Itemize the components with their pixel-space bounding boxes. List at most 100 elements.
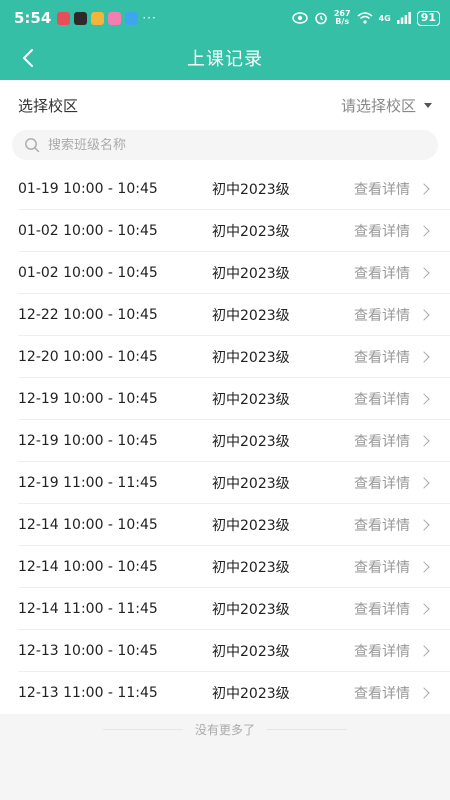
view-detail-label: 查看详情 [354, 517, 410, 534]
chevron-right-icon [418, 476, 430, 489]
app-notification-icon [91, 11, 105, 25]
signal-type: 4G [378, 13, 391, 23]
record-time: 01-19 10:00 - 10:45 [18, 180, 158, 197]
record-class-name: 初中2023级 [212, 601, 290, 618]
campus-select[interactable]: 请选择校区 [341, 95, 432, 116]
app-notification-icon [57, 11, 71, 25]
chevron-right-icon [418, 518, 430, 531]
chevron-right-icon [418, 687, 430, 699]
record-row[interactable]: 12-13 10:00 - 10:45 初中2023级 查看详情 [18, 630, 450, 672]
notification-icons [57, 11, 139, 25]
view-detail-link[interactable]: 查看详情 [354, 221, 430, 241]
record-time: 12-14 10:00 - 10:45 [18, 516, 158, 533]
view-detail-label: 查看详情 [354, 307, 410, 324]
view-detail-label: 查看详情 [354, 559, 410, 576]
record-time: 12-13 10:00 - 10:45 [18, 642, 158, 659]
record-class-name: 初中2023级 [212, 265, 290, 282]
record-time: 12-19 10:00 - 10:45 [18, 432, 158, 449]
record-row[interactable]: 12-20 10:00 - 10:45 初中2023级 查看详情 [18, 336, 450, 378]
record-row[interactable]: 12-14 10:00 - 10:45 初中2023级 查看详情 [18, 504, 450, 546]
record-row[interactable]: 01-02 10:00 - 10:45 初中2023级 查看详情 [18, 252, 450, 294]
chevron-right-icon [418, 182, 430, 195]
chevron-left-icon [23, 49, 33, 67]
record-row[interactable]: 01-02 10:00 - 10:45 初中2023级 查看详情 [18, 210, 450, 252]
record-row[interactable]: 12-14 11:00 - 11:45 初中2023级 查看详情 [18, 588, 450, 630]
record-class-name: 初中2023级 [212, 517, 290, 534]
record-class-name: 初中2023级 [212, 475, 290, 492]
qq-icon [74, 11, 88, 25]
view-detail-link[interactable]: 查看详情 [354, 473, 430, 493]
caret-down-icon [424, 102, 432, 108]
view-detail-link[interactable]: 查看详情 [354, 557, 430, 577]
record-row[interactable]: 12-13 11:00 - 11:45 初中2023级 查看详情 [18, 672, 450, 714]
chevron-right-icon [418, 308, 430, 321]
view-detail-label: 查看详情 [354, 391, 410, 408]
search-bar [0, 130, 450, 168]
view-detail-label: 查看详情 [354, 601, 410, 618]
record-row[interactable]: 12-14 10:00 - 10:45 初中2023级 查看详情 [18, 546, 450, 588]
network-speed: 267 B/s [333, 9, 351, 26]
record-time: 12-14 10:00 - 10:45 [18, 558, 158, 575]
view-detail-link[interactable]: 查看详情 [354, 599, 430, 619]
record-time: 01-02 10:00 - 10:45 [18, 222, 158, 239]
chevron-right-icon [418, 266, 430, 279]
record-class-name: 初中2023级 [212, 391, 290, 408]
record-row[interactable]: 12-22 10:00 - 10:45 初中2023级 查看详情 [18, 294, 450, 336]
view-detail-link[interactable]: 查看详情 [354, 347, 430, 367]
signal-strength-icon [396, 12, 411, 24]
view-detail-link[interactable]: 查看详情 [354, 431, 430, 451]
record-class-name: 初中2023级 [212, 643, 290, 660]
eye-icon [292, 12, 308, 24]
record-time: 12-22 10:00 - 10:45 [18, 306, 158, 323]
record-class-name: 初中2023级 [212, 349, 290, 366]
view-detail-link[interactable]: 查看详情 [354, 263, 430, 283]
view-detail-link[interactable]: 查看详情 [354, 389, 430, 409]
record-time: 12-14 11:00 - 11:45 [18, 600, 158, 617]
record-time: 12-13 11:00 - 11:45 [18, 685, 158, 701]
record-row[interactable]: 12-19 10:00 - 10:45 初中2023级 查看详情 [18, 420, 450, 462]
record-row[interactable]: 12-19 11:00 - 11:45 初中2023级 查看详情 [18, 462, 450, 504]
campus-filter-row: 选择校区 请选择校区 [0, 80, 450, 130]
divider [267, 728, 347, 730]
chevron-right-icon [418, 602, 430, 615]
view-detail-label: 查看详情 [354, 643, 410, 660]
view-detail-link[interactable]: 查看详情 [354, 179, 430, 199]
record-row[interactable]: 12-19 10:00 - 10:45 初中2023级 查看详情 [18, 378, 450, 420]
campus-filter-label: 选择校区 [18, 96, 79, 115]
search-icon [25, 138, 40, 153]
search-input[interactable] [48, 137, 426, 153]
no-more-footer: 没有更多了 [0, 714, 450, 744]
chevron-right-icon [418, 350, 430, 363]
record-class-name: 初中2023级 [212, 433, 290, 450]
app-notification-icon [125, 11, 139, 25]
record-time: 12-19 11:00 - 11:45 [18, 474, 158, 491]
record-time: 01-02 10:00 - 10:45 [18, 264, 158, 281]
status-bar: 5:54 ··· 267 B/s 4G 91 [0, 0, 450, 36]
record-class-name: 初中2023级 [212, 181, 290, 198]
back-button[interactable] [14, 44, 42, 72]
more-notifications-icon: ··· [142, 11, 157, 25]
status-time: 5:54 [14, 9, 52, 27]
record-time: 12-20 10:00 - 10:45 [18, 348, 158, 365]
content: 选择校区 请选择校区 01-19 10:00 - 10:45初中2023级查看详… [0, 80, 450, 714]
page-title: 上课记录 [187, 49, 263, 70]
record-class-name: 初中2023级 [212, 307, 290, 324]
record-class-name: 初中2023级 [212, 686, 290, 702]
view-detail-label: 查看详情 [354, 181, 410, 198]
nav-bar: 上课记录 [0, 36, 450, 80]
app-root: 5:54 ··· 267 B/s 4G 91 上课记录 选择校区 请选择校区 搜… [0, 0, 450, 800]
record-row[interactable]: 01-19 10:00 - 10:45 初中2023级 查看详情 [18, 168, 450, 210]
view-detail-label: 查看详情 [354, 686, 410, 702]
view-detail-link[interactable]: 查看详情 [354, 641, 430, 661]
alarm-icon [315, 12, 327, 25]
record-class-name: 初中2023级 [212, 559, 290, 576]
view-detail-label: 查看详情 [354, 433, 410, 450]
chevron-right-icon [418, 644, 430, 657]
view-detail-link[interactable]: 查看详情 [354, 683, 430, 703]
app-notification-icon [108, 11, 122, 25]
campus-select-value: 请选择校区 [340, 96, 416, 115]
no-more-text: 没有更多了 [194, 722, 255, 737]
view-detail-link[interactable]: 查看详情 [354, 515, 430, 535]
view-detail-link[interactable]: 查看详情 [354, 305, 430, 325]
search-box [12, 130, 438, 160]
